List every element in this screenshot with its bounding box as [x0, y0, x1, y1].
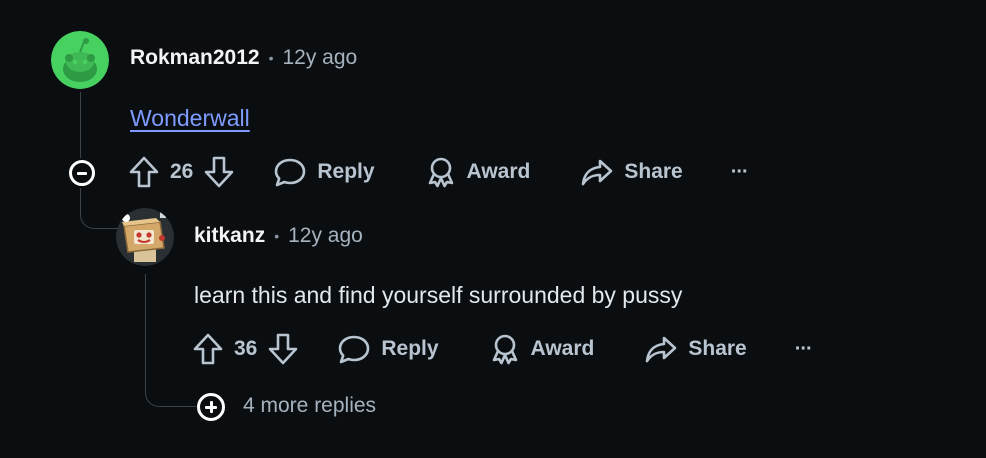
ellipsis-icon: ··· — [794, 337, 813, 360]
comment-thread: Rokman2012 • 12y ago Wonderwall 26 Reply — [0, 0, 986, 458]
share-label: Share — [688, 337, 747, 360]
more-options-button[interactable]: ··· — [730, 160, 749, 184]
share-button[interactable]: Share — [644, 333, 747, 365]
timestamp[interactable]: 12y ago — [288, 224, 363, 248]
comment-body: learn this and find yourself surrounded … — [194, 282, 683, 308]
comment-body: Wonderwall — [130, 105, 250, 132]
avatar[interactable] — [51, 31, 109, 89]
plus-icon-v — [209, 401, 213, 413]
expand-replies-button[interactable] — [197, 393, 225, 421]
comment-action-bar: 26 Reply Award Share ··· — [128, 155, 749, 189]
thread-line-parent — [80, 92, 81, 158]
upvote-button[interactable] — [128, 155, 160, 189]
meta-separator: • — [268, 50, 274, 66]
comment-meta: kitkanz • 12y ago — [194, 224, 363, 248]
downvote-arrow-icon — [269, 333, 298, 365]
vote-score: 26 — [170, 160, 194, 183]
meta-separator: • — [274, 228, 280, 244]
share-arrow-icon — [646, 336, 677, 363]
collapse-thread-button[interactable] — [69, 160, 95, 186]
award-ribbon-icon — [428, 157, 453, 188]
upvote-arrow-icon — [129, 156, 159, 188]
more-options-button[interactable]: ··· — [794, 337, 813, 361]
award-label: Award — [466, 160, 531, 183]
ellipsis-icon: ··· — [730, 160, 749, 183]
share-button[interactable]: Share — [580, 156, 683, 188]
snoo-green-avatar-icon — [51, 31, 109, 89]
more-replies-link[interactable]: 4 more replies — [243, 394, 376, 418]
award-label: Award — [530, 337, 595, 360]
speech-bubble-icon — [339, 335, 370, 364]
reply-label: Reply — [317, 160, 375, 183]
thread-line-child — [145, 274, 146, 334]
share-arrow-icon — [582, 159, 613, 186]
speech-bubble-icon — [275, 158, 306, 187]
comment-meta: Rokman2012 • 12y ago — [130, 46, 357, 70]
upvote-button[interactable] — [192, 332, 224, 366]
share-label: Share — [624, 160, 683, 183]
downvote-button[interactable] — [203, 155, 235, 189]
timestamp[interactable]: 12y ago — [282, 46, 357, 70]
award-button[interactable]: Award — [489, 333, 595, 365]
username[interactable]: kitkanz — [194, 224, 265, 248]
thread-connector-more — [145, 334, 196, 407]
box-head-robot-avatar-icon — [116, 208, 174, 266]
thread-connector-child — [80, 188, 119, 229]
username[interactable]: Rokman2012 — [130, 46, 260, 70]
avatar[interactable] — [116, 208, 174, 266]
reply-button[interactable]: Reply — [273, 156, 375, 188]
reply-label: Reply — [381, 337, 439, 360]
comment-action-bar: 36 Reply Award Share ··· — [192, 332, 813, 366]
reply-button[interactable]: Reply — [337, 333, 439, 365]
vote-score: 36 — [234, 337, 258, 360]
upvote-arrow-icon — [193, 333, 223, 365]
award-button[interactable]: Award — [425, 156, 531, 188]
award-ribbon-icon — [492, 334, 517, 365]
comment-link[interactable]: Wonderwall — [130, 105, 250, 131]
downvote-button[interactable] — [267, 332, 299, 366]
downvote-arrow-icon — [205, 156, 234, 188]
